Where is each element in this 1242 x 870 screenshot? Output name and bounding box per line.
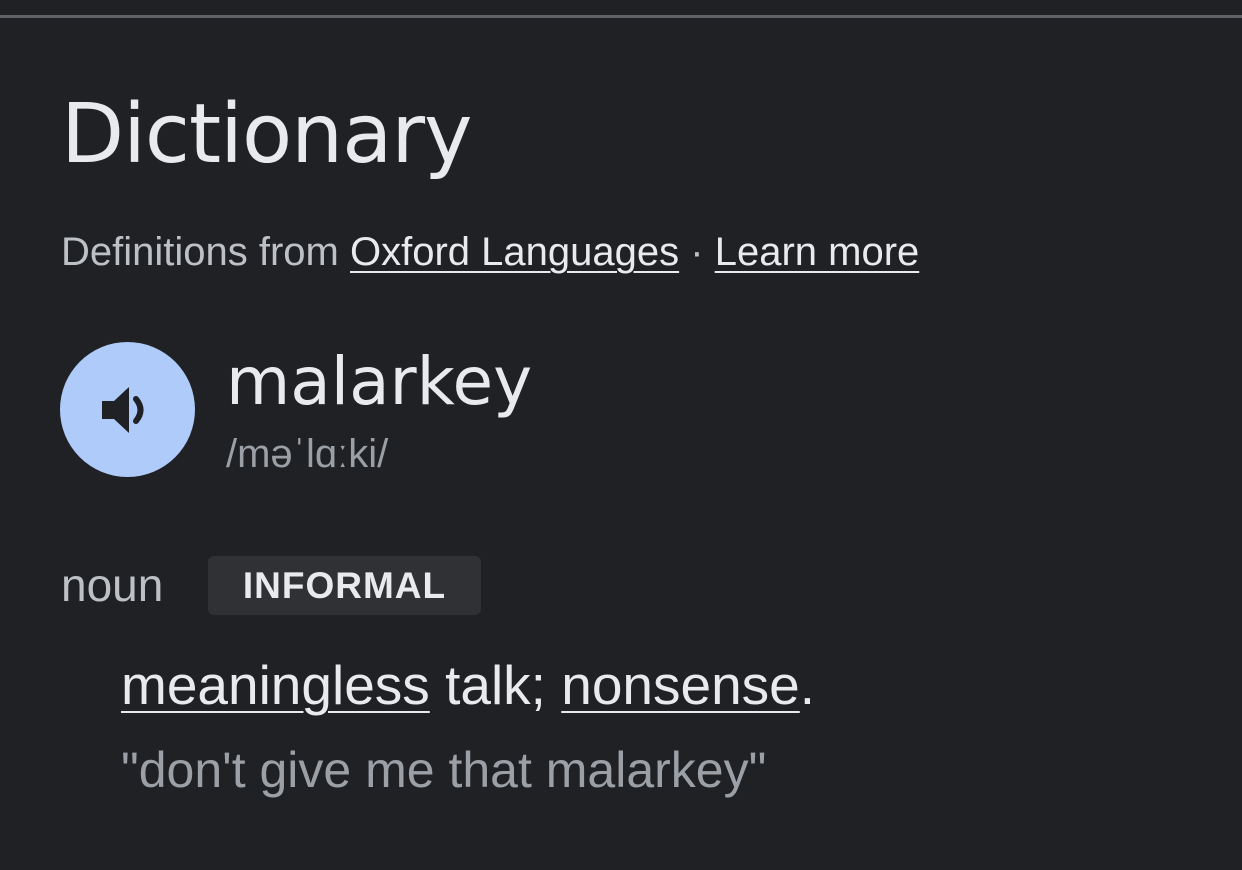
separator: · xyxy=(690,230,704,274)
oxford-languages-link[interactable]: Oxford Languages xyxy=(350,230,679,274)
play-pronunciation-button[interactable] xyxy=(60,342,195,477)
definition: meaningless talk; nonsense. xyxy=(121,655,815,716)
definition-text: talk; xyxy=(429,654,562,716)
definition-link-nonsense[interactable]: nonsense xyxy=(561,654,800,716)
definition-link-meaningless[interactable]: meaningless xyxy=(121,654,430,716)
learn-more-link[interactable]: Learn more xyxy=(715,230,920,274)
page-title: Dictionary xyxy=(61,87,473,182)
phonetic-transcription: /məˈlɑːki/ xyxy=(226,432,389,476)
speaker-icon xyxy=(101,386,143,433)
headword: malarkey xyxy=(226,343,533,420)
source-prefix: Definitions from xyxy=(61,230,339,274)
definition-period: . xyxy=(799,654,816,716)
example-sentence: "don't give me that malarkey" xyxy=(121,742,767,798)
register-badge: INFORMAL xyxy=(208,556,481,615)
top-divider xyxy=(0,15,1242,18)
source-line: Definitions from Oxford Languages · Lear… xyxy=(61,230,919,274)
part-of-speech: noun xyxy=(61,559,164,611)
